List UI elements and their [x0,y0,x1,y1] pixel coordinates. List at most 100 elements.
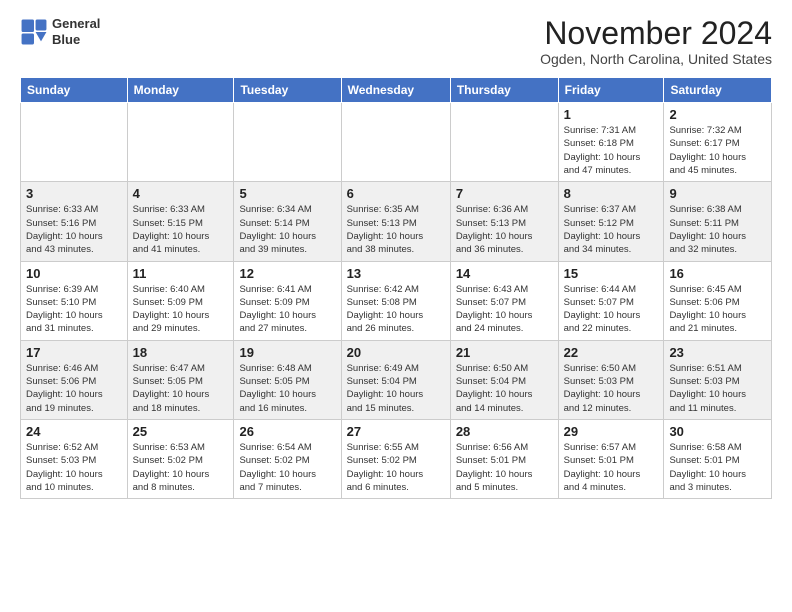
day-number: 27 [347,424,445,439]
calendar-cell: 23Sunrise: 6:51 AM Sunset: 5:03 PM Dayli… [664,340,772,419]
day-number: 17 [26,345,122,360]
calendar-cell [21,103,128,182]
day-detail: Sunrise: 6:37 AM Sunset: 5:12 PM Dayligh… [564,203,659,256]
day-number: 28 [456,424,553,439]
day-number: 2 [669,107,766,122]
day-number: 16 [669,266,766,281]
calendar-cell: 7Sunrise: 6:36 AM Sunset: 5:13 PM Daylig… [450,182,558,261]
calendar-cell [341,103,450,182]
day-detail: Sunrise: 7:32 AM Sunset: 6:17 PM Dayligh… [669,124,766,177]
calendar-cell: 21 Sunrise: 6:50 AM Sunset: 5:04 PM Dayli… [450,340,558,419]
calendar-cell: 1Sunrise: 7:31 AM Sunset: 6:18 PM Daylig… [558,103,664,182]
day-number: 18 [133,345,229,360]
calendar-cell: 12 Sunrise: 6:41 AM Sunset: 5:09 PM Dayli… [234,261,341,340]
weekday-header-row: SundayMondayTuesdayWednesdayThursdayFrid… [21,78,772,103]
day-detail: Sunrise: 6:33 AM Sunset: 5:15 PM Dayligh… [133,203,229,256]
day-detail: Sunrise: 6:58 AM Sunset: 5:01 PM Dayligh… [669,441,766,494]
calendar-cell: 18 Sunrise: 6:47 AM Sunset: 5:05 PM Dayli… [127,340,234,419]
calendar-page: General Blue November 2024 Ogden, North … [0,0,792,612]
calendar-cell: 14Sunrise: 6:43 AM Sunset: 5:07 PM Dayli… [450,261,558,340]
day-number: 1 [564,107,659,122]
day-detail: Sunrise: 6:55 AM Sunset: 5:02 PM Dayligh… [347,441,445,494]
day-number: 6 [347,186,445,201]
day-number: 21 [456,345,553,360]
day-number: 20 [347,345,445,360]
day-detail: Sunrise: 6:50 AM Sunset: 5:04 PM Dayligh… [456,362,553,415]
week-row-4: 17 Sunrise: 6:46 AM Sunset: 5:06 PM Dayli… [21,340,772,419]
calendar-cell: 8 Sunrise: 6:37 AM Sunset: 5:12 PM Daylig… [558,182,664,261]
day-detail: Sunrise: 6:33 AM Sunset: 5:16 PM Dayligh… [26,203,122,256]
calendar-cell: 3 Sunrise: 6:33 AM Sunset: 5:16 PM Daylig… [21,182,128,261]
calendar-table: SundayMondayTuesdayWednesdayThursdayFrid… [20,77,772,499]
calendar-cell: 5Sunrise: 6:34 AM Sunset: 5:14 PM Daylig… [234,182,341,261]
calendar-cell: 28 Sunrise: 6:56 AM Sunset: 5:01 PM Dayli… [450,419,558,498]
weekday-header-sunday: Sunday [21,78,128,103]
calendar-cell: 22 Sunrise: 6:50 AM Sunset: 5:03 PM Dayli… [558,340,664,419]
calendar-cell: 11Sunrise: 6:40 AM Sunset: 5:09 PM Dayli… [127,261,234,340]
calendar-cell: 30 Sunrise: 6:58 AM Sunset: 5:01 PM Dayli… [664,419,772,498]
day-detail: Sunrise: 6:46 AM Sunset: 5:06 PM Dayligh… [26,362,122,415]
day-detail: Sunrise: 6:39 AM Sunset: 5:10 PM Dayligh… [26,283,122,336]
page-title: November 2024 [540,16,772,51]
day-number: 12 [239,266,335,281]
day-number: 26 [239,424,335,439]
calendar-cell: 26Sunrise: 6:54 AM Sunset: 5:02 PM Dayli… [234,419,341,498]
day-detail: Sunrise: 6:57 AM Sunset: 5:01 PM Dayligh… [564,441,659,494]
day-detail: Sunrise: 6:51 AM Sunset: 5:03 PM Dayligh… [669,362,766,415]
day-number: 3 [26,186,122,201]
calendar-cell: 13 Sunrise: 6:42 AM Sunset: 5:08 PM Dayli… [341,261,450,340]
calendar-cell: 16 Sunrise: 6:45 AM Sunset: 5:06 PM Dayli… [664,261,772,340]
day-number: 4 [133,186,229,201]
weekday-header-friday: Friday [558,78,664,103]
day-detail: Sunrise: 6:47 AM Sunset: 5:05 PM Dayligh… [133,362,229,415]
calendar-cell: 17 Sunrise: 6:46 AM Sunset: 5:06 PM Dayli… [21,340,128,419]
title-block: November 2024 Ogden, North Carolina, Uni… [540,16,772,67]
calendar-cell [450,103,558,182]
day-detail: Sunrise: 6:40 AM Sunset: 5:09 PM Dayligh… [133,283,229,336]
week-row-1: 1Sunrise: 7:31 AM Sunset: 6:18 PM Daylig… [21,103,772,182]
day-number: 24 [26,424,122,439]
calendar-cell: 29 Sunrise: 6:57 AM Sunset: 5:01 PM Dayli… [558,419,664,498]
week-row-5: 24 Sunrise: 6:52 AM Sunset: 5:03 PM Dayli… [21,419,772,498]
calendar-cell [234,103,341,182]
day-detail: Sunrise: 6:34 AM Sunset: 5:14 PM Dayligh… [239,203,335,256]
calendar-cell: 4 Sunrise: 6:33 AM Sunset: 5:15 PM Daylig… [127,182,234,261]
day-number: 9 [669,186,766,201]
calendar-cell: 27 Sunrise: 6:55 AM Sunset: 5:02 PM Dayli… [341,419,450,498]
day-detail: Sunrise: 6:42 AM Sunset: 5:08 PM Dayligh… [347,283,445,336]
calendar-cell: 25Sunrise: 6:53 AM Sunset: 5:02 PM Dayli… [127,419,234,498]
week-row-3: 10 Sunrise: 6:39 AM Sunset: 5:10 PM Dayli… [21,261,772,340]
day-number: 22 [564,345,659,360]
day-number: 15 [564,266,659,281]
page-subtitle: Ogden, North Carolina, United States [540,51,772,67]
day-detail: Sunrise: 6:41 AM Sunset: 5:09 PM Dayligh… [239,283,335,336]
day-number: 8 [564,186,659,201]
day-number: 10 [26,266,122,281]
day-number: 7 [456,186,553,201]
calendar-cell: 9 Sunrise: 6:38 AM Sunset: 5:11 PM Daylig… [664,182,772,261]
calendar-cell: 6 Sunrise: 6:35 AM Sunset: 5:13 PM Daylig… [341,182,450,261]
weekday-header-wednesday: Wednesday [341,78,450,103]
calendar-cell [127,103,234,182]
day-number: 13 [347,266,445,281]
calendar-cell: 10 Sunrise: 6:39 AM Sunset: 5:10 PM Dayli… [21,261,128,340]
logo-icon [20,18,48,46]
day-number: 30 [669,424,766,439]
week-row-2: 3 Sunrise: 6:33 AM Sunset: 5:16 PM Daylig… [21,182,772,261]
logo: General Blue [20,16,100,47]
day-number: 25 [133,424,229,439]
day-detail: Sunrise: 6:52 AM Sunset: 5:03 PM Dayligh… [26,441,122,494]
day-number: 29 [564,424,659,439]
calendar-cell: 2 Sunrise: 7:32 AM Sunset: 6:17 PM Daylig… [664,103,772,182]
calendar-cell: 20 Sunrise: 6:49 AM Sunset: 5:04 PM Dayli… [341,340,450,419]
day-detail: Sunrise: 6:38 AM Sunset: 5:11 PM Dayligh… [669,203,766,256]
page-header: General Blue November 2024 Ogden, North … [20,16,772,67]
calendar-cell: 19Sunrise: 6:48 AM Sunset: 5:05 PM Dayli… [234,340,341,419]
day-detail: Sunrise: 6:48 AM Sunset: 5:05 PM Dayligh… [239,362,335,415]
day-detail: Sunrise: 6:45 AM Sunset: 5:06 PM Dayligh… [669,283,766,336]
day-detail: Sunrise: 6:49 AM Sunset: 5:04 PM Dayligh… [347,362,445,415]
day-number: 14 [456,266,553,281]
day-detail: Sunrise: 6:56 AM Sunset: 5:01 PM Dayligh… [456,441,553,494]
day-detail: Sunrise: 6:35 AM Sunset: 5:13 PM Dayligh… [347,203,445,256]
day-detail: Sunrise: 6:50 AM Sunset: 5:03 PM Dayligh… [564,362,659,415]
